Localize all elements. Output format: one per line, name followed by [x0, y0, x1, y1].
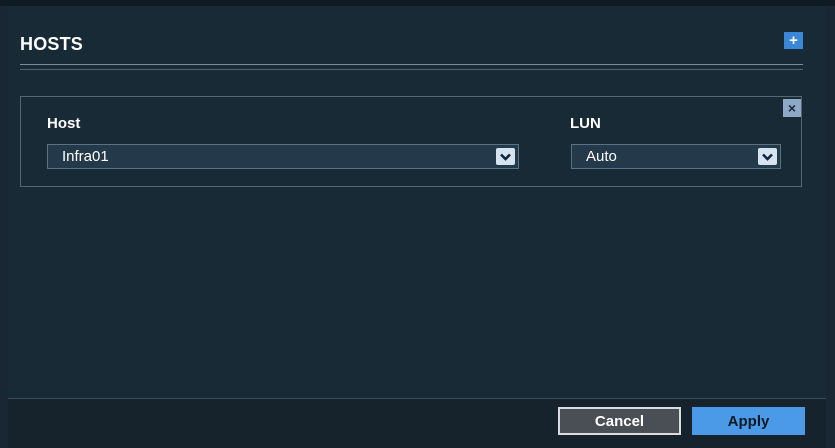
close-icon: ×: [787, 100, 797, 116]
plus-icon: +: [789, 32, 798, 49]
apply-button[interactable]: Apply: [692, 407, 805, 435]
section-title: HOSTS: [20, 34, 84, 54]
host-label: Host: [47, 115, 81, 132]
host-select[interactable]: Infra01: [47, 144, 519, 169]
lun-label: LUN: [570, 115, 601, 132]
chevron-down-icon[interactable]: [496, 148, 515, 165]
host-select-value: Infra01: [62, 148, 109, 165]
cancel-button[interactable]: Cancel: [558, 407, 681, 435]
title-divider-secondary: [20, 69, 803, 70]
add-host-button[interactable]: +: [784, 32, 803, 49]
chevron-down-icon[interactable]: [758, 148, 777, 165]
title-divider: [20, 64, 803, 65]
hosts-dialog: [8, 6, 826, 448]
host-entry-panel: [20, 96, 802, 187]
remove-host-button[interactable]: ×: [783, 99, 801, 117]
lun-select[interactable]: Auto: [571, 144, 781, 169]
lun-select-value: Auto: [586, 148, 617, 165]
